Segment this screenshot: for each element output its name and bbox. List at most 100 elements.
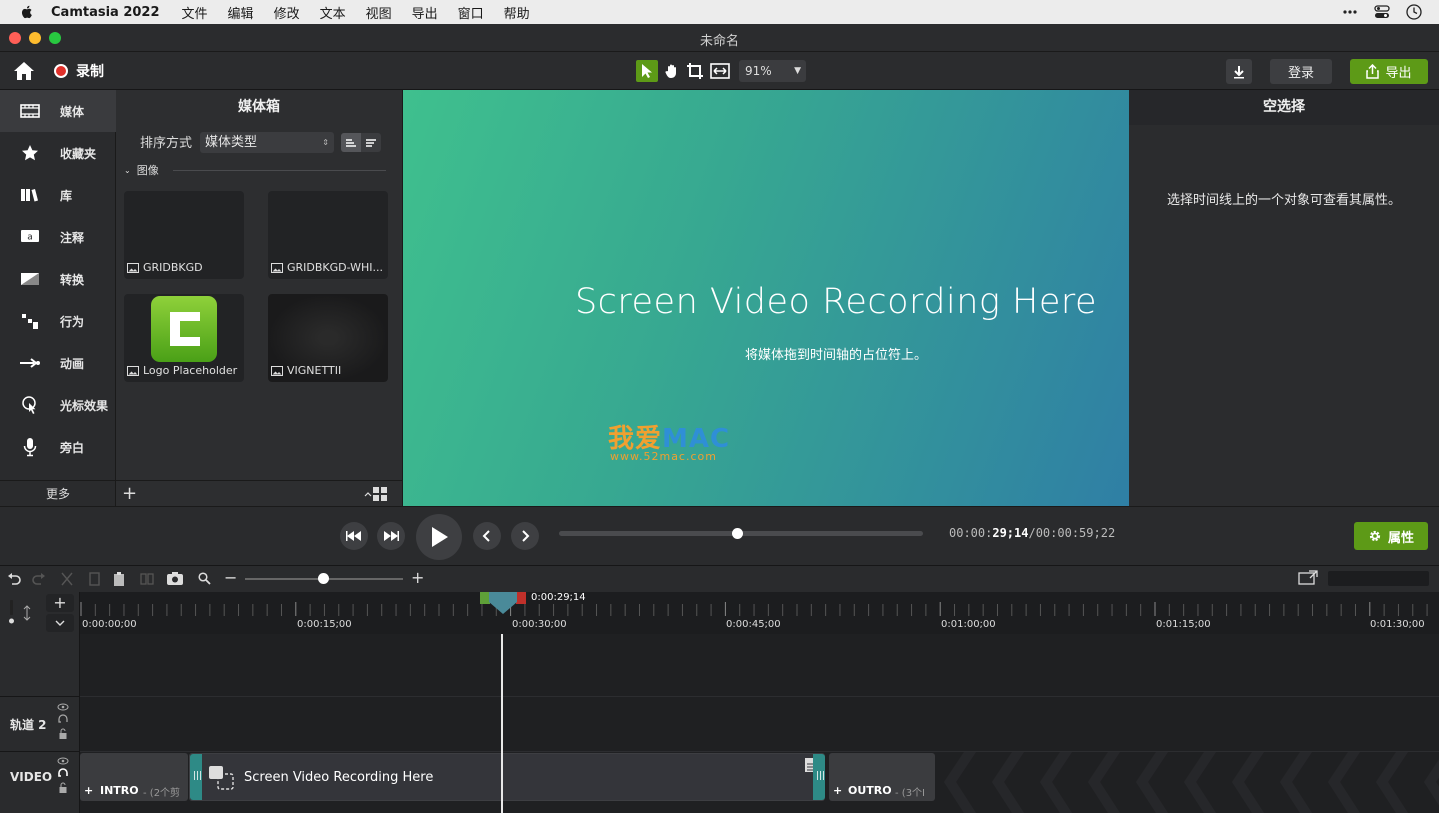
playhead-handle[interactable] bbox=[488, 592, 518, 614]
ruler-label: 0:01:15;00 bbox=[1156, 619, 1211, 630]
media-item-name: GRIDBKGD bbox=[143, 261, 203, 274]
track-height-icon[interactable] bbox=[6, 598, 36, 628]
sort-ascending-icon[interactable] bbox=[341, 133, 361, 152]
media-item-gridbkgd[interactable]: GRIDBKGD bbox=[124, 191, 244, 279]
export-button[interactable]: 导出 bbox=[1350, 59, 1428, 84]
menu-export[interactable]: 导出 bbox=[412, 3, 438, 22]
menu-text[interactable]: 文本 bbox=[320, 3, 346, 22]
media-item-vignette[interactable]: VIGNETTII bbox=[268, 294, 388, 382]
nav-item-annotations[interactable]: a 注释 bbox=[0, 216, 116, 258]
menu-modify[interactable]: 修改 bbox=[274, 3, 300, 22]
nav-item-media[interactable]: 媒体 bbox=[0, 90, 116, 132]
preview-canvas[interactable]: Screen Video Recording Here 将媒体拖到时间轴的占位符… bbox=[403, 90, 1129, 506]
clock-icon[interactable] bbox=[1405, 3, 1423, 21]
media-item-name: Logo Placeholder bbox=[143, 364, 238, 377]
sort-descending-icon[interactable] bbox=[361, 133, 381, 152]
timeline-ruler[interactable]: 0:00:00;00 0:00:15;00 0:00:30;00 0:00:45… bbox=[80, 592, 1439, 634]
main-clip-label: Screen Video Recording Here bbox=[244, 770, 434, 785]
menu-view[interactable]: 视图 bbox=[366, 3, 392, 22]
zoom-in-button[interactable]: + bbox=[411, 568, 424, 587]
step-back-button[interactable] bbox=[340, 522, 368, 550]
nav-item-animations[interactable]: 动画 bbox=[0, 342, 116, 384]
record-button[interactable]: 录制 bbox=[53, 60, 104, 82]
media-item-gridbkgd-white[interactable]: GRIDBKGD-WHI... bbox=[268, 191, 388, 279]
zoom-select[interactable]: 91% ▼ bbox=[739, 60, 806, 82]
step-back-icon bbox=[346, 531, 361, 541]
paste-icon[interactable] bbox=[113, 571, 127, 587]
menu-help[interactable]: 帮助 bbox=[504, 3, 530, 22]
camera-icon[interactable] bbox=[166, 571, 184, 586]
previous-marker-button[interactable] bbox=[473, 522, 501, 550]
left-sidebar: 媒体 收藏夹 库 a 注释 转换 行为 动画 光标效果 旁白 更多 bbox=[0, 90, 116, 506]
section-header-images[interactable]: ⌄ 图像 bbox=[124, 162, 386, 178]
nav-item-voice-narration[interactable]: 旁白 bbox=[0, 426, 116, 468]
nav-item-cursor-effects[interactable]: 光标效果 bbox=[0, 384, 116, 426]
redo-icon[interactable] bbox=[32, 572, 46, 586]
timeline-zoom-handle[interactable] bbox=[318, 573, 329, 584]
home-button[interactable] bbox=[12, 60, 36, 82]
zoom-out-button[interactable]: − bbox=[224, 568, 237, 587]
nav-item-favorites[interactable]: 收藏夹 bbox=[0, 132, 116, 174]
more-button[interactable]: 更多 bbox=[0, 480, 116, 506]
timeline-tracks[interactable]: + INTRO - (2个剪 ||| Screen Video Recordin… bbox=[80, 634, 1439, 813]
add-track-button[interactable]: + bbox=[46, 594, 74, 612]
outro-add-icon[interactable]: + bbox=[833, 784, 842, 797]
zoom-search-icon[interactable] bbox=[198, 572, 211, 585]
crop-tool-button[interactable] bbox=[684, 60, 706, 82]
properties-empty-message: 选择时间线上的一个对象可查看其属性。 bbox=[1166, 193, 1401, 208]
next-marker-button[interactable] bbox=[511, 522, 539, 550]
sort-select[interactable]: 媒体类型 ⇕ bbox=[200, 132, 334, 153]
properties-title: 空选择 bbox=[1129, 90, 1439, 125]
track-label-2[interactable]: 轨道 2 bbox=[10, 716, 47, 733]
dots-menu-icon[interactable] bbox=[1341, 3, 1359, 21]
nav-item-behaviors[interactable]: 行为 bbox=[0, 300, 116, 342]
play-button[interactable] bbox=[416, 514, 462, 560]
add-media-button[interactable]: + bbox=[122, 483, 137, 504]
scrubber-handle[interactable] bbox=[732, 528, 743, 539]
track-visibility-icon[interactable] bbox=[57, 702, 69, 744]
window-titlebar: 未命名 bbox=[0, 24, 1439, 52]
crop-icon bbox=[687, 63, 703, 79]
menu-window[interactable]: 窗口 bbox=[458, 3, 484, 22]
track-visibility-icon[interactable] bbox=[57, 756, 69, 798]
media-bin-panel: 媒体箱 排序方式 媒体类型 ⇕ ⌄ 图像 GRIDBKGD GRIDBKGD-W… bbox=[116, 90, 403, 506]
canvas-title: Screen Video Recording Here bbox=[574, 282, 1098, 322]
media-item-logo-placeholder[interactable]: Logo Placeholder bbox=[124, 294, 244, 382]
grid-view-icon[interactable] bbox=[364, 486, 388, 502]
app-name[interactable]: Camtasia 2022 bbox=[51, 5, 160, 20]
clip-left-handle[interactable]: ||| bbox=[190, 754, 202, 800]
fit-tool-button[interactable] bbox=[708, 60, 732, 82]
sort-direction-toggle[interactable] bbox=[341, 133, 381, 152]
main-placeholder-clip[interactable]: ||| Screen Video Recording Here ||| bbox=[189, 753, 825, 801]
playhead-line bbox=[501, 634, 503, 813]
split-icon[interactable] bbox=[140, 572, 154, 586]
apple-icon[interactable] bbox=[19, 4, 35, 20]
copy-icon[interactable] bbox=[87, 572, 101, 586]
undo-icon[interactable] bbox=[7, 572, 21, 586]
playback-bar: 00:00:29;14/00:00:59;22 属性 bbox=[0, 506, 1439, 566]
media-item-name: VIGNETTII bbox=[287, 364, 342, 377]
clip-right-handle[interactable]: ||| bbox=[813, 754, 825, 800]
track-options-button[interactable] bbox=[46, 614, 74, 632]
step-forward-button[interactable] bbox=[377, 522, 405, 550]
login-button[interactable]: 登录 bbox=[1270, 59, 1332, 84]
nav-label: 收藏夹 bbox=[60, 146, 97, 161]
nav-item-library[interactable]: 库 bbox=[0, 174, 116, 216]
intro-clip[interactable]: + INTRO - (2个剪 bbox=[80, 753, 188, 801]
pan-tool-button[interactable] bbox=[661, 60, 683, 82]
transition-icon bbox=[21, 273, 39, 285]
menu-edit[interactable]: 编辑 bbox=[228, 3, 254, 22]
properties-button[interactable]: 属性 bbox=[1354, 522, 1428, 550]
control-center-icon[interactable] bbox=[1373, 3, 1391, 21]
download-button[interactable] bbox=[1226, 59, 1252, 84]
menu-file[interactable]: 文件 bbox=[182, 3, 208, 22]
cut-icon[interactable] bbox=[60, 572, 74, 586]
select-tool-button[interactable] bbox=[636, 60, 658, 82]
detach-timeline-icon[interactable] bbox=[1298, 570, 1318, 586]
timeline-overview[interactable] bbox=[1328, 571, 1429, 586]
image-icon bbox=[127, 262, 139, 273]
nav-item-transitions[interactable]: 转换 bbox=[0, 258, 116, 300]
outro-clip[interactable]: + OUTRO - (3个I bbox=[829, 753, 935, 801]
track-label-video[interactable]: VIDEO bbox=[10, 770, 52, 784]
intro-add-icon[interactable]: + bbox=[84, 784, 93, 797]
